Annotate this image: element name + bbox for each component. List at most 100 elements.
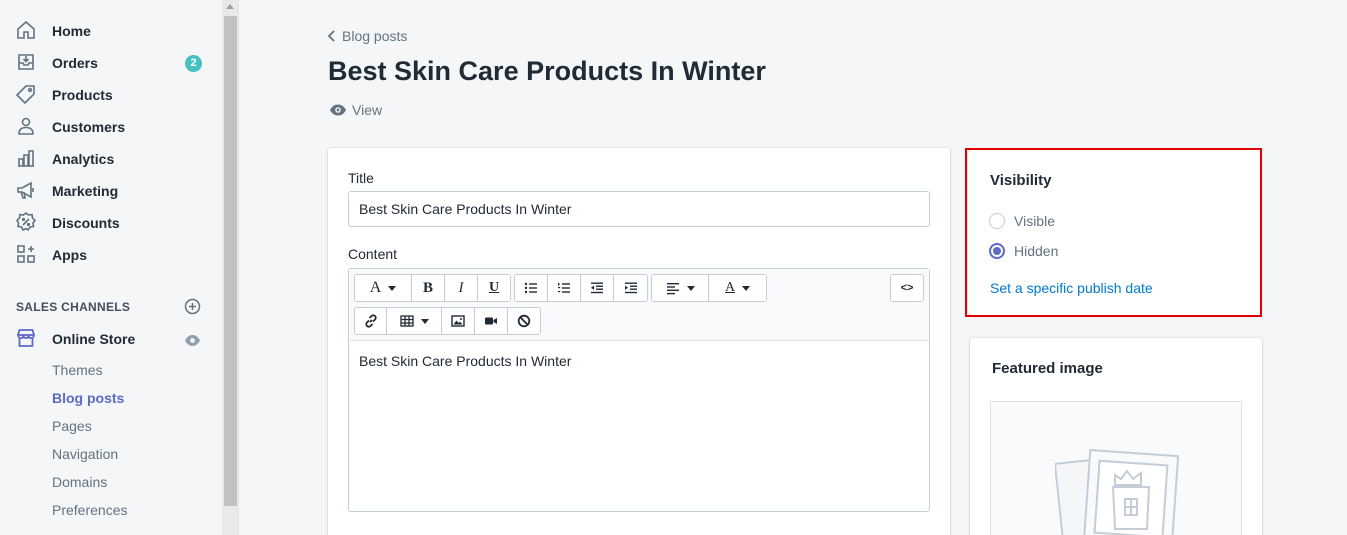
store-icon — [15, 327, 37, 349]
post-editor-card: Title Content A B I U — [328, 148, 950, 535]
sidebar-subitem-themes[interactable]: Themes — [52, 362, 103, 378]
orders-icon — [15, 51, 37, 73]
sidebar-item-orders[interactable]: Orders 2 — [0, 47, 222, 79]
chevron-down-icon — [420, 318, 429, 324]
sidebar-item-products[interactable]: Products — [0, 79, 222, 111]
add-sales-channel-icon[interactable] — [184, 298, 201, 315]
numbered-list-button[interactable] — [548, 275, 581, 301]
sidebar-item-label: Discounts — [52, 215, 120, 231]
sidebar-item-label: Customers — [52, 119, 126, 135]
insert-table-dropdown[interactable] — [387, 308, 442, 334]
alignment-color-group: A — [651, 274, 767, 302]
visibility-title: Visibility — [990, 172, 1052, 189]
font-style-label: A — [369, 279, 382, 296]
bullet-list-button[interactable] — [515, 275, 548, 301]
breadcrumb-blog-posts[interactable]: Blog posts — [326, 28, 407, 44]
align-dropdown[interactable] — [652, 275, 709, 301]
show-html-button[interactable]: <> — [891, 275, 923, 301]
italic-button[interactable]: I — [445, 275, 478, 301]
align-left-icon — [666, 283, 679, 295]
bar-chart-icon — [15, 147, 37, 169]
sidebar-item-label: Online Store — [52, 331, 136, 347]
sidebar-item-label: Orders — [52, 55, 98, 71]
page-title: Best Skin Care Products In Winter — [328, 56, 766, 86]
chevron-down-icon — [388, 285, 397, 291]
visibility-card: Visibility Visible Hidden Set a specific… — [968, 150, 1260, 315]
sidebar-subitem-navigation[interactable]: Navigation — [52, 446, 118, 462]
sidebar-scrollbar[interactable] — [222, 0, 239, 535]
sidebar-item-analytics[interactable]: Analytics — [0, 143, 222, 175]
numbered-list-icon — [558, 283, 570, 293]
discount-icon — [15, 211, 37, 233]
sidebar-item-discounts[interactable]: Discounts — [0, 207, 222, 239]
tag-icon — [15, 83, 37, 105]
scrollbar-thumb[interactable] — [224, 16, 237, 506]
title-input[interactable] — [348, 191, 930, 227]
block-icon — [517, 314, 531, 328]
featured-image-title: Featured image — [992, 360, 1103, 377]
sidebar-item-customers[interactable]: Customers — [0, 111, 222, 143]
html-group: <> — [890, 274, 924, 302]
clear-formatting-button[interactable] — [508, 308, 540, 334]
outdent-icon — [591, 282, 603, 294]
hidden-label: Hidden — [1014, 243, 1059, 259]
sidebar-subitem-preferences[interactable]: Preferences — [52, 502, 127, 518]
sidebar-subitem-pages[interactable]: Pages — [52, 418, 92, 434]
editor-content[interactable]: Best Skin Care Products In Winter — [359, 353, 571, 369]
apps-icon — [15, 243, 37, 265]
link-icon — [364, 314, 377, 328]
insert-image-button[interactable] — [442, 308, 475, 334]
breadcrumb-label: Blog posts — [342, 28, 408, 44]
view-store-eye-icon[interactable] — [184, 332, 201, 349]
content-label: Content — [348, 246, 398, 262]
text-style-group: A B I U — [354, 274, 511, 302]
hidden-radio-option[interactable]: Hidden — [989, 243, 1058, 259]
person-icon — [15, 115, 37, 137]
sidebar-subitem-domains[interactable]: Domains — [52, 474, 107, 490]
table-icon — [399, 315, 414, 327]
visible-radio[interactable] — [989, 213, 1005, 229]
sidebar-subitem-blog-posts[interactable]: Blog posts — [52, 390, 124, 406]
sidebar-item-label: Products — [52, 87, 113, 103]
title-label: Title — [348, 170, 374, 186]
scroll-up-arrow-icon[interactable] — [226, 4, 234, 9]
featured-image-card: Featured image — [970, 338, 1262, 535]
sidebar-item-label: Apps — [52, 247, 87, 263]
list-indent-group — [514, 274, 648, 302]
sidebar-item-label: Home — [52, 23, 91, 39]
video-camera-icon — [485, 317, 497, 325]
chevron-down-icon — [686, 285, 695, 291]
image-icon — [451, 315, 465, 327]
insert-video-button[interactable] — [475, 308, 508, 334]
view-label: View — [352, 102, 383, 118]
bold-button[interactable]: B — [412, 275, 445, 301]
orders-count-badge: 2 — [185, 55, 202, 72]
insert-group — [354, 307, 541, 335]
home-icon — [15, 19, 37, 41]
indent-icon — [624, 282, 637, 294]
set-publish-date-link[interactable]: Set a specific publish date — [990, 280, 1153, 296]
font-style-dropdown[interactable]: A — [355, 275, 412, 301]
chevron-left-icon — [327, 30, 335, 42]
sidebar: Home Orders 2 Products Customers Analyti… — [0, 0, 222, 535]
eye-icon — [330, 104, 346, 116]
visible-label: Visible — [1014, 213, 1055, 229]
megaphone-icon — [15, 179, 37, 201]
sidebar-item-apps[interactable]: Apps — [0, 239, 222, 271]
visible-radio-option[interactable]: Visible — [989, 213, 1055, 229]
insert-link-button[interactable] — [355, 308, 387, 334]
text-color-dropdown[interactable]: A — [709, 275, 766, 301]
outdent-button[interactable] — [581, 275, 614, 301]
chevron-down-icon — [742, 285, 751, 291]
text-color-label: A — [724, 280, 736, 295]
sales-channels-heading: SALES CHANNELS — [16, 300, 131, 314]
rich-text-editor: A B I U A <> Best Skin Care Products In … — [348, 268, 930, 512]
sidebar-item-home[interactable]: Home — [0, 15, 222, 47]
hidden-radio[interactable] — [989, 243, 1005, 259]
view-post-button[interactable]: View — [329, 102, 382, 118]
featured-image-dropzone[interactable] — [990, 401, 1242, 535]
indent-button[interactable] — [614, 275, 647, 301]
editor-toolbar: A B I U A <> — [349, 269, 929, 341]
sidebar-item-marketing[interactable]: Marketing — [0, 175, 222, 207]
underline-button[interactable]: U — [478, 275, 510, 301]
